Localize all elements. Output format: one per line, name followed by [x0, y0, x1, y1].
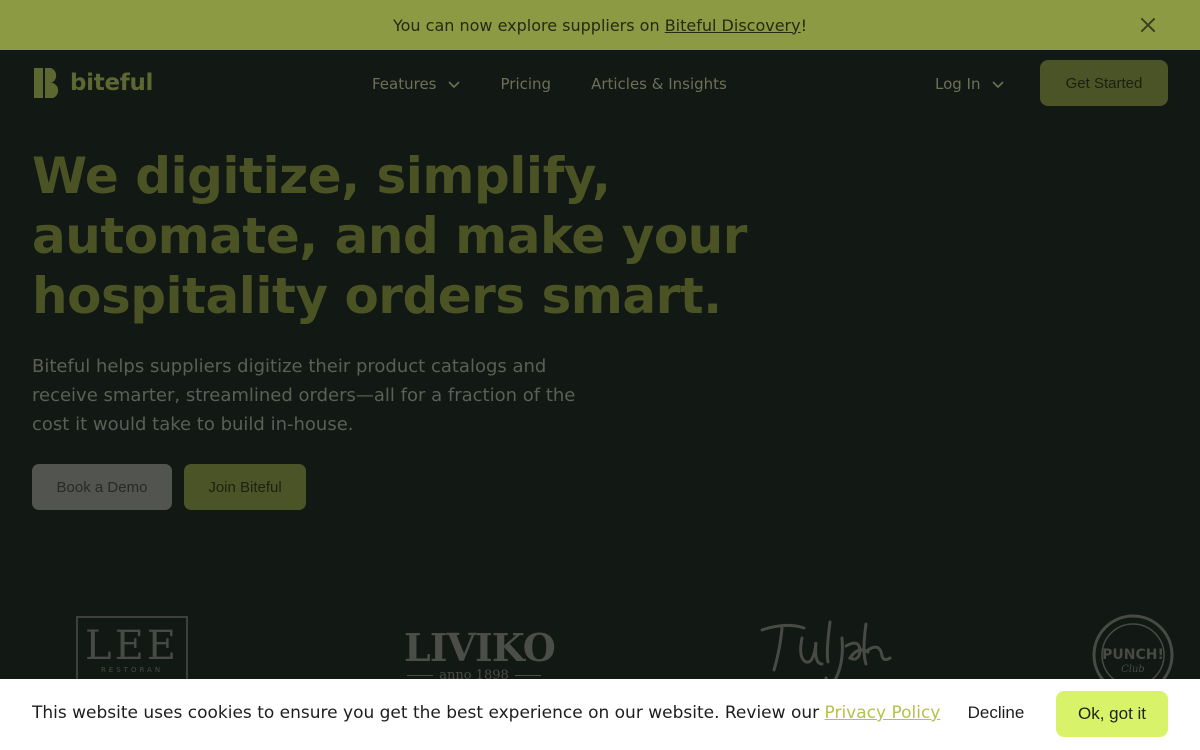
- main-nav: Features Pricing Articles & Insights: [372, 72, 767, 96]
- announcement-bar: You can now explore suppliers on Biteful…: [0, 0, 1200, 50]
- biteful-discovery-link[interactable]: Biteful Discovery: [665, 16, 801, 35]
- announcement-text: You can now explore suppliers on Biteful…: [392, 15, 808, 35]
- liviko-logo: LIVIKO anno 1898: [404, 625, 556, 684]
- login-menu[interactable]: Log In: [935, 72, 1005, 96]
- get-started-button[interactable]: Get Started: [1040, 60, 1168, 106]
- biteful-logo-icon: [34, 68, 59, 98]
- chevron-down-icon: [447, 81, 460, 89]
- page-content: biteful Features Pricing Articles & Insi…: [0, 50, 1200, 750]
- book-demo-button[interactable]: Book a Demo: [32, 464, 172, 510]
- hero-title: We digitize, simplify, automate, and mak…: [32, 147, 747, 325]
- brand-name: biteful: [70, 70, 154, 96]
- decline-cookies-button[interactable]: Decline: [944, 691, 1048, 735]
- close-icon[interactable]: [1138, 15, 1158, 35]
- cookie-banner: This website uses cookies to ensure you …: [0, 679, 1200, 750]
- brand-logo[interactable]: biteful: [32, 66, 153, 100]
- accept-cookies-button[interactable]: Ok, got it: [1056, 691, 1168, 737]
- chevron-down-icon: [991, 81, 1004, 89]
- privacy-policy-link[interactable]: Privacy Policy: [825, 703, 941, 723]
- svg-text:PUNCH!: PUNCH!: [1102, 647, 1164, 663]
- tuljak-logo: [760, 620, 892, 684]
- nav-item-features[interactable]: Features: [372, 72, 461, 96]
- nav-item-articles[interactable]: Articles & Insights: [591, 72, 727, 96]
- lee-logo: LEE RESTORAN: [76, 616, 188, 684]
- nav-item-pricing[interactable]: Pricing: [501, 72, 552, 96]
- join-biteful-button[interactable]: Join Biteful: [184, 464, 306, 510]
- cookie-message: This website uses cookies to ensure you …: [32, 703, 941, 723]
- hero-subtitle: Biteful helps suppliers digitize their p…: [32, 356, 576, 435]
- svg-text:Club: Club: [1121, 664, 1145, 675]
